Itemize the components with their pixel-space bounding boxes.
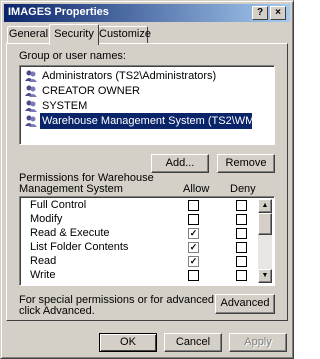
ok-button-label: OK <box>120 336 136 348</box>
group-user-list[interactable]: Administrators (TS2\Administrators) CREA… <box>19 65 275 145</box>
allow-checkbox[interactable]: ✓ <box>188 242 199 253</box>
permissions-scrollbar[interactable]: ▲ ▼ <box>258 199 272 283</box>
add-button[interactable]: Add... <box>151 154 209 173</box>
permission-name: Read <box>30 255 57 267</box>
list-item-label: SYSTEM <box>42 100 88 112</box>
allow-checkbox[interactable] <box>188 200 199 211</box>
permission-row-modify: Modify <box>20 212 260 227</box>
deny-checkbox[interactable] <box>236 256 247 267</box>
arrow-up-icon: ▲ <box>261 202 269 209</box>
ok-button[interactable]: OK <box>99 333 157 352</box>
permission-name: Write <box>30 269 56 281</box>
deny-checkbox[interactable] <box>236 200 247 211</box>
remove-button-label: Remove <box>225 157 267 169</box>
deny-header: Deny <box>230 183 256 195</box>
permission-name: Full Control <box>30 199 87 211</box>
allow-checkbox[interactable] <box>188 214 199 225</box>
scroll-up-button[interactable]: ▲ <box>258 199 272 213</box>
allow-checkbox[interactable] <box>188 270 199 281</box>
permission-name: Modify <box>30 213 63 225</box>
special-permissions-text-line2: click Advanced. <box>19 305 95 317</box>
allow-checkbox[interactable]: ✓ <box>188 256 199 267</box>
advanced-button[interactable]: Advanced <box>215 294 275 314</box>
permission-row-full-control: Full Control <box>20 198 260 213</box>
apply-button[interactable]: Apply <box>229 333 287 352</box>
list-item[interactable]: CREATOR OWNER <box>22 83 272 99</box>
arrow-down-icon: ▼ <box>261 272 269 279</box>
list-item[interactable]: Administrators (TS2\Administrators) <box>22 68 272 84</box>
list-item-selected[interactable]: Warehouse Management System (TS2\WMS) <box>22 113 272 129</box>
deny-checkbox[interactable] <box>236 270 247 281</box>
user-group-icon <box>25 85 37 97</box>
permission-name: Read & Execute <box>30 227 110 239</box>
apply-button-label: Apply <box>244 336 272 348</box>
allow-header: Allow <box>183 183 210 195</box>
user-group-icon <box>25 100 37 112</box>
deny-checkbox[interactable] <box>236 214 247 225</box>
list-item-label: Warehouse Management System (TS2\WMS) <box>40 113 266 129</box>
remove-button[interactable]: Remove <box>217 154 275 173</box>
permission-row-list-folder-contents: List Folder Contents ✓ <box>20 240 260 255</box>
scroll-down-button[interactable]: ▼ <box>258 269 272 283</box>
permission-row-write: Write <box>20 268 260 283</box>
scroll-thumb[interactable] <box>258 213 272 235</box>
list-item-label: Administrators (TS2\Administrators) <box>42 70 217 82</box>
advanced-button-label: Advanced <box>220 297 270 309</box>
allow-checkbox[interactable]: ✓ <box>188 228 199 239</box>
list-item-label: CREATOR OWNER <box>42 85 140 97</box>
permissions-label-line2: Management System <box>19 183 123 195</box>
groups-label: Group or user names: <box>19 50 126 62</box>
cancel-button-label: Cancel <box>175 336 211 348</box>
user-group-icon <box>25 115 37 127</box>
permission-row-read: Read ✓ <box>20 254 260 269</box>
properties-dialog: IMAGES Properties ? × General Security C… <box>0 0 294 359</box>
checkmark-icon: ✓ <box>189 242 198 252</box>
permissions-list: Full Control Modify Read & Execute ✓ Lis… <box>19 196 275 286</box>
user-group-icon <box>25 70 37 82</box>
checkmark-icon: ✓ <box>189 256 198 266</box>
cancel-button[interactable]: Cancel <box>164 333 222 352</box>
deny-checkbox[interactable] <box>236 228 247 239</box>
checkmark-icon: ✓ <box>189 228 198 238</box>
permission-name: List Folder Contents <box>30 241 129 253</box>
add-button-label: Add... <box>165 157 195 169</box>
permission-row-read-execute: Read & Execute ✓ <box>20 226 260 241</box>
deny-checkbox[interactable] <box>236 242 247 253</box>
list-item[interactable]: SYSTEM <box>22 98 272 114</box>
